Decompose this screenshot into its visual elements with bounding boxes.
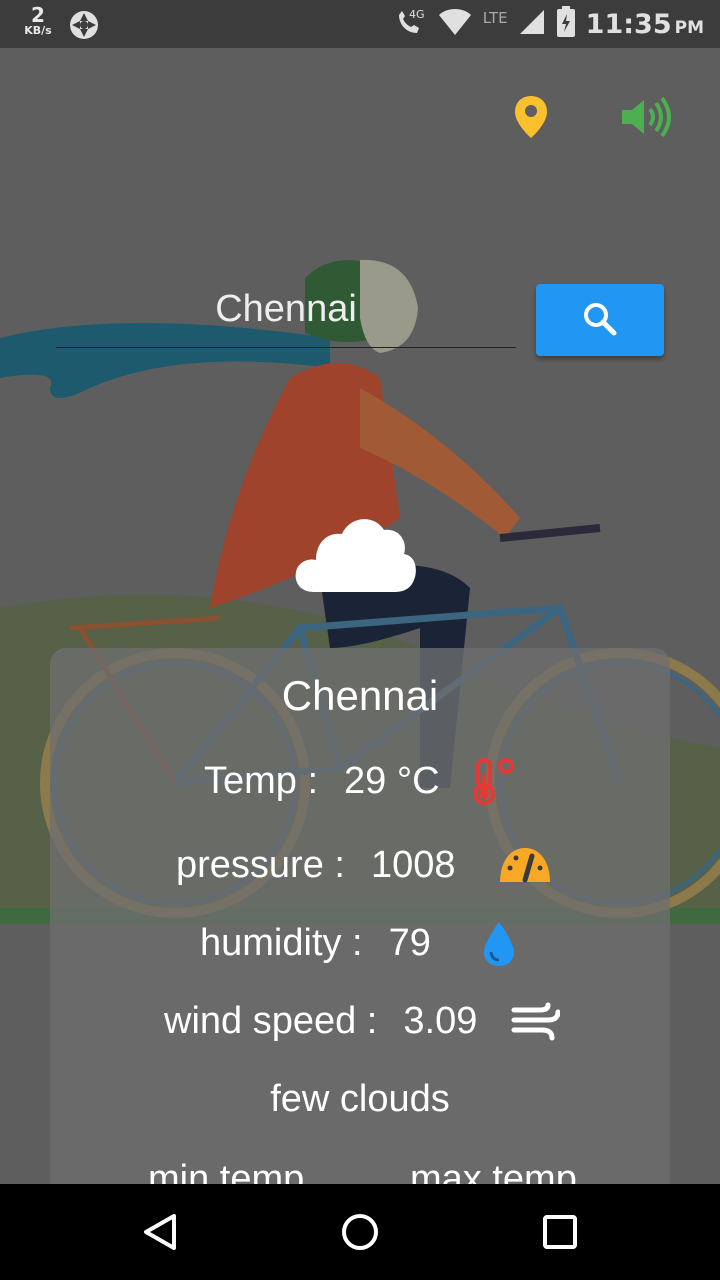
clock-time: 11:35	[585, 8, 672, 40]
navigation-bar	[0, 1184, 720, 1280]
clock-ampm: PM	[674, 17, 704, 38]
weather-card: Chennai Temp : 29 °C pressure : 1008 humid…	[50, 648, 670, 1208]
pressure-label: pressure :	[176, 844, 345, 886]
clock: 11:35 PM	[586, 9, 704, 40]
home-icon[interactable]	[336, 1208, 384, 1256]
temperature-label: Temp :	[204, 760, 319, 802]
status-bar: 2 KB/s 4G LTE 11:35 PM	[0, 0, 720, 48]
gauge-icon	[498, 844, 552, 888]
volume-icon[interactable]	[620, 96, 674, 142]
temperature-row: Temp : 29 °C	[204, 760, 440, 803]
thermometer-icon	[472, 756, 520, 810]
network-speed-unit: KB/s	[24, 24, 52, 37]
signal-icon	[518, 8, 546, 40]
network-type-label: LTE	[482, 9, 508, 27]
battery-icon	[556, 6, 576, 42]
temperature-value: 29 °C	[344, 760, 440, 802]
back-icon[interactable]	[136, 1208, 184, 1256]
wind-value: 3.09	[403, 1000, 478, 1042]
wind-row: wind speed : 3.09	[164, 1000, 477, 1043]
network-speed-value: 2	[31, 3, 45, 27]
search-button[interactable]	[536, 284, 664, 356]
aperture-icon	[68, 9, 100, 45]
wind-icon	[510, 1002, 561, 1046]
weather-condition: few clouds	[270, 1078, 450, 1120]
city-name: Chennai	[281, 672, 439, 719]
city-search-input[interactable]	[56, 268, 516, 348]
search-icon	[582, 301, 618, 340]
pressure-row: pressure : 1008	[176, 844, 456, 887]
humidity-value: 79	[388, 922, 431, 964]
water-drop-icon	[482, 920, 516, 972]
wind-label: wind speed :	[164, 1000, 378, 1042]
network-gen-label: 4G	[409, 8, 425, 21]
recents-icon[interactable]	[536, 1208, 584, 1256]
humidity-row: humidity : 79	[200, 922, 431, 965]
location-pin-icon[interactable]	[513, 94, 549, 144]
phone-4g-icon: 4G	[395, 7, 427, 41]
wifi-icon	[437, 7, 473, 41]
humidity-label: humidity :	[200, 922, 363, 964]
network-speed: 2 KB/s	[18, 5, 58, 36]
pressure-value: 1008	[370, 844, 456, 886]
cloud-icon	[294, 512, 418, 598]
